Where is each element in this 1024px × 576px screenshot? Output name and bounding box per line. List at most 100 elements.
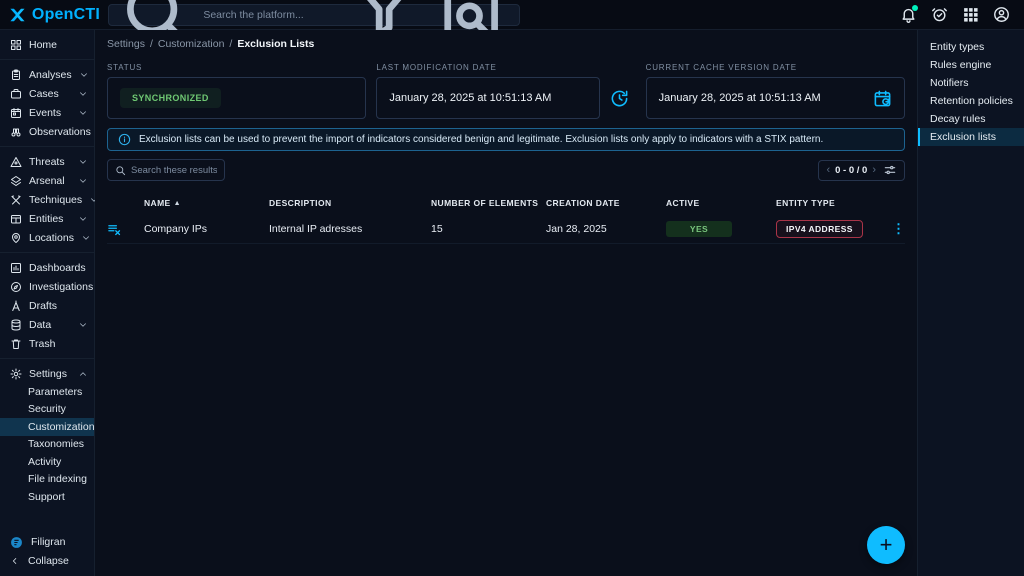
apps-grid-icon[interactable] <box>962 6 979 23</box>
pagination: ‹ 0 - 0 / 0 › <box>818 160 905 181</box>
cell-entity-type: IPV4 ADDRESS <box>776 220 881 238</box>
rightbar-label: Exclusion lists <box>930 131 996 143</box>
cache-version-value: January 28, 2025 at 10:51:13 AM <box>659 92 821 104</box>
rightbar-item-retention-policies[interactable]: Retention policies <box>918 92 1024 110</box>
sidebar-item-observations[interactable]: Observations <box>0 122 94 141</box>
column-header-description[interactable]: DESCRIPTION <box>269 198 431 208</box>
breadcrumb-customization[interactable]: Customization <box>158 38 225 50</box>
breadcrumb-current: Exclusion Lists <box>237 38 314 50</box>
sidebar-item-file-indexing[interactable]: File indexing <box>0 471 94 489</box>
gear-icon <box>10 368 22 380</box>
sidebar-item-support[interactable]: Support <box>0 488 94 506</box>
exclusion-list-icon <box>107 222 122 237</box>
pagination-count: 0 - 0 / 0 <box>835 165 867 176</box>
sidebar-label: Analyses <box>29 69 72 81</box>
rightbar-label: Retention policies <box>930 95 1013 107</box>
add-exclusion-list-button[interactable]: + <box>867 526 905 564</box>
opencti-logo[interactable]: OpenCTI <box>0 5 100 25</box>
notifications-bell-icon[interactable] <box>900 6 917 23</box>
table-header-row: NAME ▲ DESCRIPTION NUMBER OF ELEMENTS CR… <box>107 191 905 215</box>
column-header-name[interactable]: NAME ▲ <box>144 198 269 208</box>
rightbar-label: Rules engine <box>930 59 991 71</box>
column-header-creation-date[interactable]: CREATION DATE <box>546 198 666 208</box>
divider <box>0 146 94 147</box>
rightbar-item-rules-engine[interactable]: Rules engine <box>918 56 1024 74</box>
pagination-prev-icon[interactable]: ‹ <box>826 165 830 176</box>
display-settings-icon[interactable] <box>883 163 897 177</box>
collapse-button[interactable]: Collapse <box>0 552 94 570</box>
update-refresh-icon <box>610 89 629 108</box>
sidebar-item-cases[interactable]: Cases <box>0 84 94 103</box>
sidebar-item-drafts[interactable]: Drafts <box>0 296 94 315</box>
chevron-down-icon <box>79 70 89 80</box>
column-header-entity-type[interactable]: ENTITY TYPE <box>776 198 881 208</box>
compass-icon <box>10 281 22 293</box>
row-menu-icon[interactable]: ⋮ <box>892 221 905 236</box>
sidebar-item-arsenal[interactable]: Arsenal <box>0 171 94 190</box>
chevron-down-icon <box>78 89 88 99</box>
sidebar-item-analyses[interactable]: Analyses <box>0 65 94 84</box>
active-badge: YES <box>666 221 732 237</box>
filigran-logo <box>10 536 23 549</box>
sidebar-item-home[interactable]: Home <box>0 35 94 54</box>
chevron-down-icon <box>78 157 88 167</box>
folder-table-icon <box>10 213 22 225</box>
chevron-down-icon <box>78 108 88 118</box>
sidebar-item-customization[interactable]: Customization <box>0 418 94 436</box>
notification-dot <box>912 5 918 11</box>
status-box: SYNCHRONIZED <box>107 77 366 119</box>
global-search-input[interactable] <box>203 9 338 21</box>
sidebar-item-settings[interactable]: Settings <box>0 364 94 383</box>
breadcrumb-settings[interactable]: Settings <box>107 38 145 50</box>
sidebar-label: Observations <box>29 126 91 138</box>
sidebar-item-entities[interactable]: Entities <box>0 209 94 228</box>
left-sidebar: Home Analyses Cases Events Observations <box>0 30 95 576</box>
rightbar-item-decay-rules[interactable]: Decay rules <box>918 110 1024 128</box>
sort-asc-icon: ▲ <box>174 200 181 207</box>
chevron-down-icon <box>78 176 88 186</box>
divider <box>0 252 94 253</box>
sidebar-sublabel: Activity <box>28 456 61 468</box>
chevron-down-icon <box>78 214 88 224</box>
results-search[interactable] <box>107 159 225 181</box>
cache-version-label: CURRENT CACHE VERSION DATE <box>646 63 905 72</box>
column-header-active[interactable]: ACTIVE <box>666 198 776 208</box>
main-content: Settings / Customization / Exclusion Lis… <box>95 30 917 576</box>
info-banner: Exclusion lists can be used to prevent t… <box>107 128 905 151</box>
account-icon[interactable] <box>993 6 1010 23</box>
database-icon <box>10 319 22 331</box>
sidebar-item-activity[interactable]: Activity <box>0 453 94 471</box>
sidebar-item-trash[interactable]: Trash <box>0 334 94 353</box>
sidebar-sublabel: Security <box>28 403 66 415</box>
rightbar-item-notifiers[interactable]: Notifiers <box>918 74 1024 92</box>
sidebar-item-data[interactable]: Data <box>0 315 94 334</box>
exclusion-lists-table: NAME ▲ DESCRIPTION NUMBER OF ELEMENTS CR… <box>107 191 905 244</box>
sidebar-item-dashboards[interactable]: Dashboards <box>0 258 94 277</box>
status-label: STATUS <box>107 63 366 72</box>
calendar-refresh-icon[interactable] <box>873 89 892 108</box>
sidebar-label: Investigations <box>29 281 93 293</box>
column-header-number-of-elements[interactable]: NUMBER OF ELEMENTS <box>431 198 546 208</box>
briefcase-icon <box>10 88 22 100</box>
sidebar-sublabel: Support <box>28 491 65 503</box>
results-search-input[interactable] <box>131 165 217 176</box>
triggers-alarm-icon[interactable] <box>931 6 948 23</box>
refresh-cache-button[interactable] <box>604 77 636 119</box>
sidebar-item-security[interactable]: Security <box>0 401 94 419</box>
sidebar-item-investigations[interactable]: Investigations <box>0 277 94 296</box>
sidebar-item-taxonomies[interactable]: Taxonomies <box>0 436 94 454</box>
filigran-link[interactable]: Filigran <box>0 532 94 552</box>
sidebar-item-locations[interactable]: Locations <box>0 228 94 247</box>
pagination-next-icon[interactable]: › <box>872 165 876 176</box>
global-search[interactable] <box>108 4 520 26</box>
sidebar-item-techniques[interactable]: Techniques <box>0 190 94 209</box>
table-row[interactable]: Company IPs Internal IP adresses 15 Jan … <box>107 215 905 244</box>
sidebar-item-parameters[interactable]: Parameters <box>0 383 94 401</box>
status-fields-row: STATUS SYNCHRONIZED LAST MODIFICATION DA… <box>107 63 905 119</box>
sidebar-item-events[interactable]: Events <box>0 103 94 122</box>
sidebar-label: Settings <box>29 368 67 380</box>
sidebar-item-threats[interactable]: Threats <box>0 152 94 171</box>
info-icon <box>118 133 131 146</box>
rightbar-item-entity-types[interactable]: Entity types <box>918 38 1024 56</box>
rightbar-item-exclusion-lists[interactable]: Exclusion lists <box>918 128 1024 146</box>
